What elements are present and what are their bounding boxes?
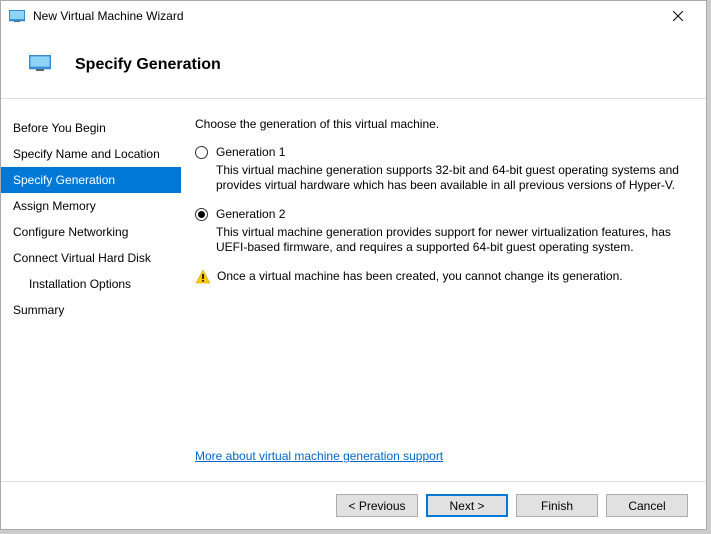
- sidebar-item-installation-options[interactable]: Installation Options: [1, 271, 181, 297]
- radio-description: This virtual machine generation provides…: [216, 225, 686, 255]
- radio-label: Generation 1: [216, 145, 285, 159]
- warning-icon: [195, 269, 211, 285]
- sidebar-item-connect-virtual-hard-disk[interactable]: Connect Virtual Hard Disk: [1, 245, 181, 271]
- generation-option-1: Generation 1 This virtual machine generat…: [195, 145, 686, 193]
- finish-button[interactable]: Finish: [516, 494, 598, 517]
- close-button[interactable]: [658, 2, 698, 30]
- window-title: New Virtual Machine Wizard: [33, 9, 658, 23]
- wizard-content: Choose the generation of this virtual ma…: [181, 99, 706, 481]
- warning-row: Once a virtual machine has been created,…: [195, 269, 686, 285]
- sidebar-item-before-you-begin[interactable]: Before You Begin: [1, 115, 181, 141]
- intro-text: Choose the generation of this virtual ma…: [195, 117, 686, 131]
- header-icon: [29, 55, 51, 71]
- wizard-footer: < Previous Next > Finish Cancel: [1, 481, 706, 529]
- radio-row[interactable]: Generation 1: [195, 145, 686, 159]
- radio-row[interactable]: Generation 2: [195, 207, 686, 221]
- page-title: Specify Generation: [75, 56, 221, 74]
- wizard-header: Specify Generation: [1, 31, 706, 99]
- warning-text: Once a virtual machine has been created,…: [217, 269, 623, 283]
- wizard-body: Before You BeginSpecify Name and Locatio…: [1, 99, 706, 481]
- radio-button[interactable]: [195, 208, 208, 221]
- next-button[interactable]: Next >: [426, 494, 508, 517]
- radio-button[interactable]: [195, 146, 208, 159]
- sidebar-item-summary[interactable]: Summary: [1, 297, 181, 323]
- cancel-button[interactable]: Cancel: [606, 494, 688, 517]
- radio-label: Generation 2: [216, 207, 285, 221]
- wizard-sidebar: Before You BeginSpecify Name and Locatio…: [1, 99, 181, 481]
- help-link[interactable]: More about virtual machine generation su…: [195, 449, 686, 463]
- generation-option-2: Generation 2 This virtual machine generat…: [195, 207, 686, 255]
- titlebar: New Virtual Machine Wizard: [1, 1, 706, 31]
- sidebar-item-assign-memory[interactable]: Assign Memory: [1, 193, 181, 219]
- previous-button[interactable]: < Previous: [336, 494, 418, 517]
- sidebar-item-specify-generation[interactable]: Specify Generation: [1, 167, 181, 193]
- app-icon: [9, 10, 25, 22]
- wizard-window: New Virtual Machine Wizard Specify Gener…: [0, 0, 707, 530]
- radio-description: This virtual machine generation supports…: [216, 163, 686, 193]
- sidebar-item-specify-name-and-location[interactable]: Specify Name and Location: [1, 141, 181, 167]
- sidebar-item-configure-networking[interactable]: Configure Networking: [1, 219, 181, 245]
